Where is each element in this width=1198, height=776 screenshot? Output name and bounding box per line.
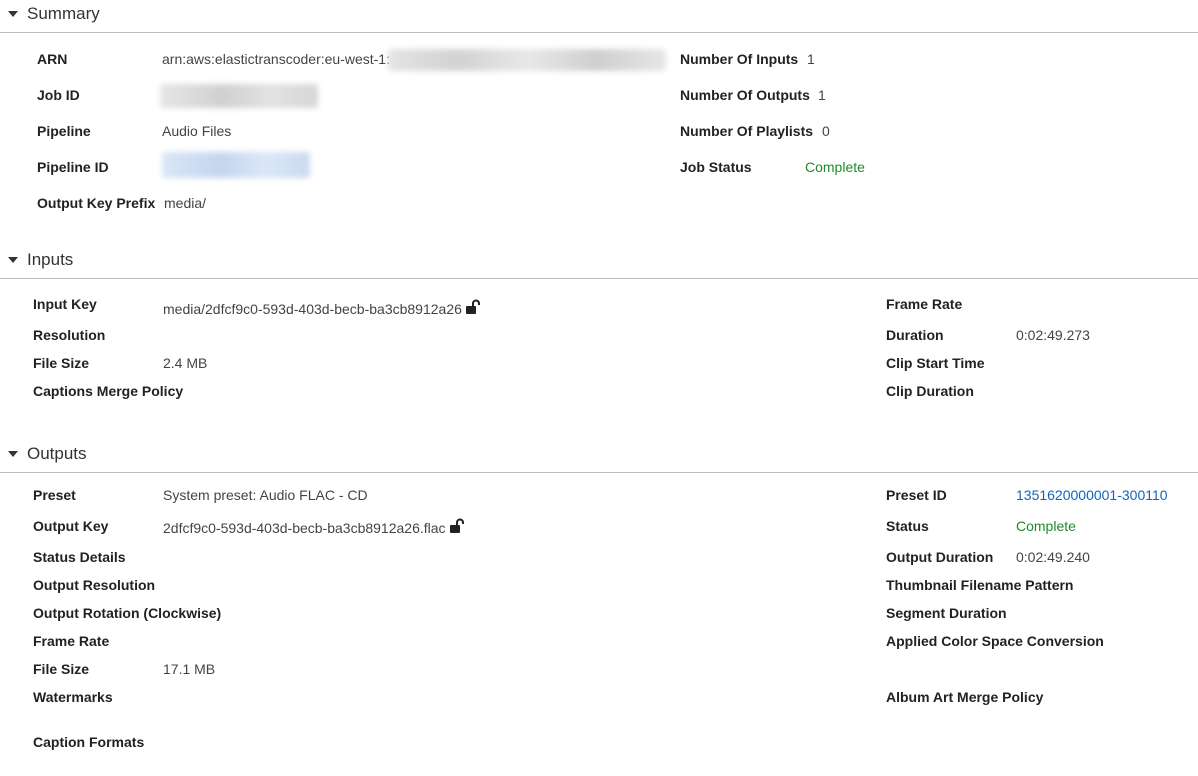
album-art-merge-policy-label: Album Art Merge Policy [886,689,1044,705]
outputs-section-header[interactable]: Outputs [0,440,1198,473]
output-rotation-label: Output Rotation (Clockwise) [33,605,222,621]
thumbnail-pattern-label: Thumbnail Filename Pattern [886,577,1074,593]
inputs-title: Inputs [27,250,74,269]
caption-formats-label: Caption Formats [33,734,145,750]
unlock-icon[interactable] [465,299,481,318]
output-key-row: 2dfcf9c0-593d-403d-becb-ba3cb8912a26.fla… [163,518,465,537]
output-file-size-label: File Size [33,661,90,677]
output-duration-label: Output Duration [886,549,994,565]
unlock-icon[interactable] [449,518,465,537]
job-id-label: Job ID [37,87,80,103]
pipeline-id-redacted [162,152,310,178]
input-resolution-label: Resolution [33,327,106,343]
num-playlists-label: Number Of Playlists [680,123,814,139]
preset-id-link[interactable]: 1351620000001-300110 [1016,487,1168,503]
caret-down-icon [8,11,18,17]
output-status-value: Complete [1016,518,1076,534]
job-status-value: Complete [805,159,865,175]
output-key-label: Output Key [33,518,109,534]
segment-duration-label: Segment Duration [886,605,1007,621]
caret-down-icon [8,257,18,263]
preset-label: Preset [33,487,76,503]
output-key-prefix-value: media/ [164,195,207,211]
input-file-size-label: File Size [33,355,90,371]
output-file-size-value: 17.1 MB [163,661,216,677]
output-key-prefix-label: Output Key Prefix [37,195,156,211]
clip-start-time-label: Clip Start Time [886,355,985,371]
arn-value: arn:aws:elastictranscoder:eu-west-1: [162,51,390,67]
num-outputs-value: 1 [818,87,826,103]
output-frame-rate-label: Frame Rate [33,633,110,649]
input-file-size-value: 2.4 MB [163,355,208,371]
input-frame-rate-label: Frame Rate [886,296,963,312]
outputs-title: Outputs [27,444,87,463]
summary-section-header[interactable]: Summary [0,0,1198,33]
output-status-label: Status [886,518,929,534]
color-space-conversion-label: Applied Color Space Conversion [886,633,1104,649]
inputs-section-header[interactable]: Inputs [0,246,1198,279]
output-duration-value: 0:02:49.240 [1016,549,1090,565]
clip-duration-label: Clip Duration [886,383,974,399]
input-key-row: media/2dfcf9c0-593d-403d-becb-ba3cb8912a… [163,299,481,318]
summary-title: Summary [27,4,100,23]
output-resolution-label: Output Resolution [33,577,156,593]
job-id-redacted [160,84,318,108]
input-duration-label: Duration [886,327,944,343]
input-key-label: Input Key [33,296,97,312]
num-playlists-value: 0 [822,123,830,139]
status-details-label: Status Details [33,549,126,565]
pipeline-id-label: Pipeline ID [37,159,109,175]
num-inputs-label: Number Of Inputs [680,51,799,67]
input-key-value: media/2dfcf9c0-593d-403d-becb-ba3cb8912a… [163,301,462,317]
num-outputs-label: Number Of Outputs [680,87,810,103]
job-status-label: Job Status [680,159,752,175]
watermarks-label: Watermarks [33,689,113,705]
captions-merge-policy-label: Captions Merge Policy [33,383,184,399]
pipeline-value: Audio Files [162,123,232,139]
arn-label: ARN [37,51,68,67]
caret-down-icon [8,451,18,457]
output-key-value: 2dfcf9c0-593d-403d-becb-ba3cb8912a26.fla… [163,520,446,536]
arn-redacted [388,49,666,71]
preset-id-label: Preset ID [886,487,947,503]
input-duration-value: 0:02:49.273 [1016,327,1090,343]
preset-value: System preset: Audio FLAC - CD [163,487,368,503]
pipeline-label: Pipeline [37,123,91,139]
num-inputs-value: 1 [807,51,815,67]
